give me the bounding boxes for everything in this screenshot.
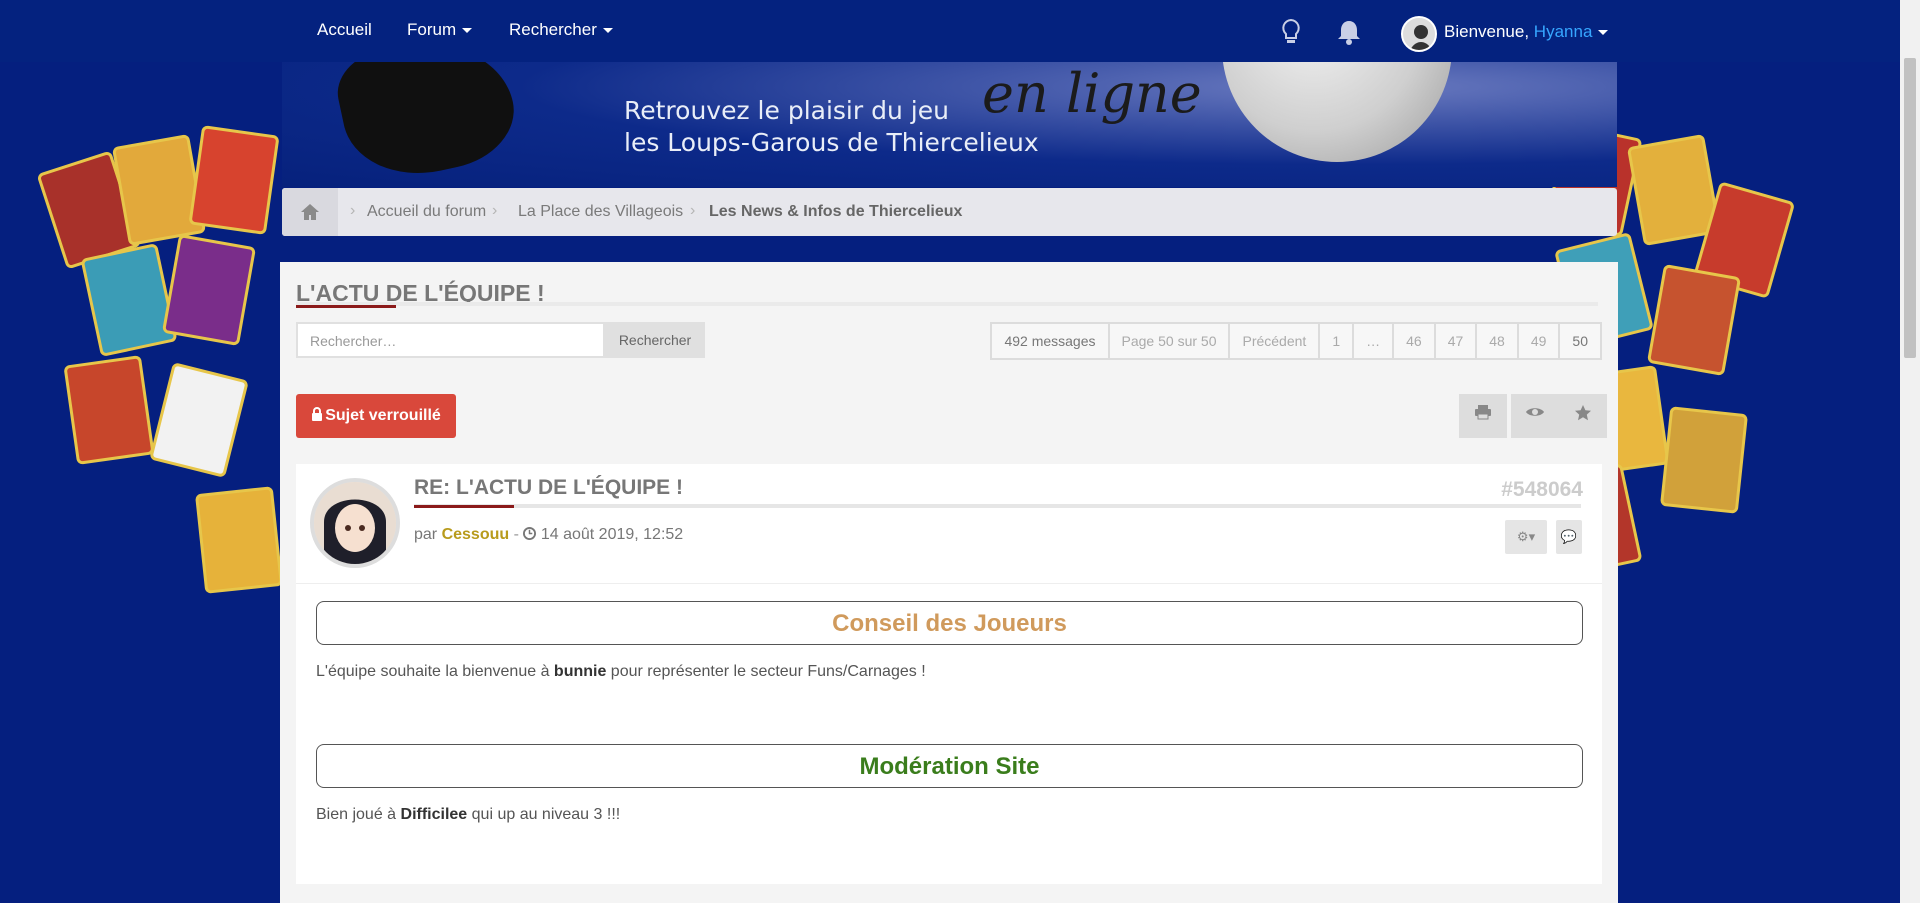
banner-tagline-line2: les Loups-Garous de Thiercelieux	[624, 128, 1039, 157]
breadcrumb-home-button[interactable]	[282, 188, 338, 236]
user-avatar[interactable]	[1401, 16, 1437, 52]
page-link[interactable]: 49	[1519, 324, 1561, 358]
post-date: 14 août 2019, 12:52	[540, 526, 684, 543]
section-heading-conseil: Conseil des Joueurs	[316, 601, 1583, 645]
topic-locked-button[interactable]: Sujet verrouillé	[296, 394, 456, 438]
gear-icon: ⚙	[1516, 529, 1529, 544]
page-link[interactable]: 48	[1477, 324, 1519, 358]
pagination: 492 messages Page 50 sur 50 Précédent 1 …	[990, 322, 1602, 360]
quote-button[interactable]: 💬	[1556, 520, 1582, 554]
topic-panel: L'ACTU DE L'ÉQUIPE ! Rechercher… Recherc…	[280, 262, 1618, 903]
nav-home-link[interactable]: Accueil	[317, 20, 372, 40]
page-link[interactable]: 1	[1320, 324, 1355, 358]
chevron-right-icon: ›	[690, 202, 696, 219]
nav-search-label: Rechercher	[509, 20, 597, 39]
section-heading-moderation: Modération Site	[316, 744, 1583, 788]
message-count: 492 messages	[992, 324, 1110, 358]
user-menu[interactable]: Bienvenue, Hyanna	[1444, 22, 1609, 42]
post-paragraph-2: Bien joué à Difficilee qui up au niveau …	[316, 806, 620, 824]
highlight-username: bunnie	[553, 663, 607, 680]
highlight-username: Difficilee	[400, 806, 468, 823]
text-segment: pour représenter le secteur Funs/Carnage…	[606, 663, 926, 680]
topic-search-input[interactable]: Rechercher…	[296, 322, 605, 358]
watch-topic-button[interactable]	[1511, 394, 1559, 438]
breadcrumb-item[interactable]: La Place des Villageois	[518, 203, 683, 221]
page-scrollbar[interactable]	[1900, 0, 1920, 903]
print-button[interactable]	[1459, 394, 1507, 438]
chevron-right-icon: ›	[492, 202, 498, 219]
site-banner: en ligne Retrouvez le plaisir du jeu les…	[282, 62, 1617, 187]
banner-script-text: en ligne	[982, 62, 1202, 125]
page-indicator: Page 50 sur 50	[1110, 324, 1231, 358]
post-paragraph-1: L'équipe souhaite la bienvenue à bunnie …	[316, 663, 926, 681]
text-segment: L'équipe souhaite la bienvenue à	[316, 663, 554, 680]
star-icon	[1575, 405, 1591, 421]
breadcrumb-item[interactable]: Accueil du forum	[367, 203, 486, 221]
nav-forum-dropdown[interactable]: Forum	[407, 20, 473, 40]
werewolf-illustration	[330, 62, 524, 187]
home-icon	[301, 204, 319, 220]
print-icon	[1475, 405, 1491, 420]
nav-forum-label: Forum	[407, 20, 457, 39]
post-author-link[interactable]: Cessouu	[442, 526, 510, 543]
post-by-label: par	[414, 526, 442, 543]
top-navbar: Accueil Forum Rechercher Bienvenue, Hyan…	[0, 0, 1920, 62]
post-title[interactable]: RE: L'ACTU DE L'ÉQUIPE !	[414, 476, 683, 500]
post-title-underline-accent	[414, 505, 514, 508]
current-page[interactable]: 50	[1560, 324, 1600, 358]
nav-search-dropdown[interactable]: Rechercher	[509, 20, 613, 40]
post-author-avatar[interactable]	[310, 478, 400, 568]
lock-icon	[312, 407, 323, 421]
welcome-label: Bienvenue,	[1444, 22, 1534, 41]
chat-bubble-icon: 💬	[1560, 529, 1578, 544]
post: RE: L'ACTU DE L'ÉQUIPE ! #548064 par Ces…	[296, 464, 1602, 884]
lightbulb-icon[interactable]	[1280, 18, 1302, 51]
caret-down-icon: ▾	[1528, 529, 1536, 544]
bookmark-button[interactable]	[1559, 394, 1607, 438]
username: Hyanna	[1533, 22, 1593, 41]
page-link[interactable]: 47	[1436, 324, 1478, 358]
post-header: RE: L'ACTU DE L'ÉQUIPE ! #548064 par Ces…	[296, 464, 1602, 584]
breadcrumb: › Accueil du forum › La Place des Villag…	[282, 188, 1617, 236]
post-tools-button[interactable]: ⚙▾	[1505, 520, 1547, 554]
meta-separator: -	[513, 526, 524, 543]
chevron-down-icon	[602, 28, 613, 34]
eye-icon	[1526, 408, 1544, 416]
chevron-down-icon	[1598, 30, 1609, 36]
previous-page-link[interactable]: Précédent	[1230, 324, 1321, 358]
text-segment: qui up au niveau 3 !!!	[467, 806, 621, 823]
page-ellipsis: …	[1354, 324, 1395, 358]
clock-icon	[523, 527, 537, 540]
title-underline-accent	[296, 305, 396, 308]
post-meta: par Cessouu - 14 août 2019, 12:52	[414, 526, 683, 544]
bell-icon[interactable]	[1336, 18, 1362, 51]
scrollbar-thumb[interactable]	[1904, 58, 1916, 358]
locked-label: Sujet verrouillé	[325, 407, 441, 424]
page-link[interactable]: 46	[1394, 324, 1436, 358]
decorative-cards-left	[36, 120, 290, 600]
text-segment: Bien joué à	[316, 806, 401, 823]
title-underline	[296, 302, 1598, 306]
post-id-link[interactable]: #548064	[1501, 478, 1583, 502]
breadcrumb-current[interactable]: Les News & Infos de Thiercelieux	[709, 203, 962, 221]
chevron-right-icon: ›	[350, 202, 356, 219]
post-title-underline	[414, 504, 1581, 508]
topic-search-button[interactable]: Rechercher	[605, 322, 705, 358]
moon-illustration	[1222, 62, 1452, 162]
chevron-down-icon	[462, 28, 473, 34]
banner-tagline-line1: Retrouvez le plaisir du jeu	[624, 96, 949, 125]
